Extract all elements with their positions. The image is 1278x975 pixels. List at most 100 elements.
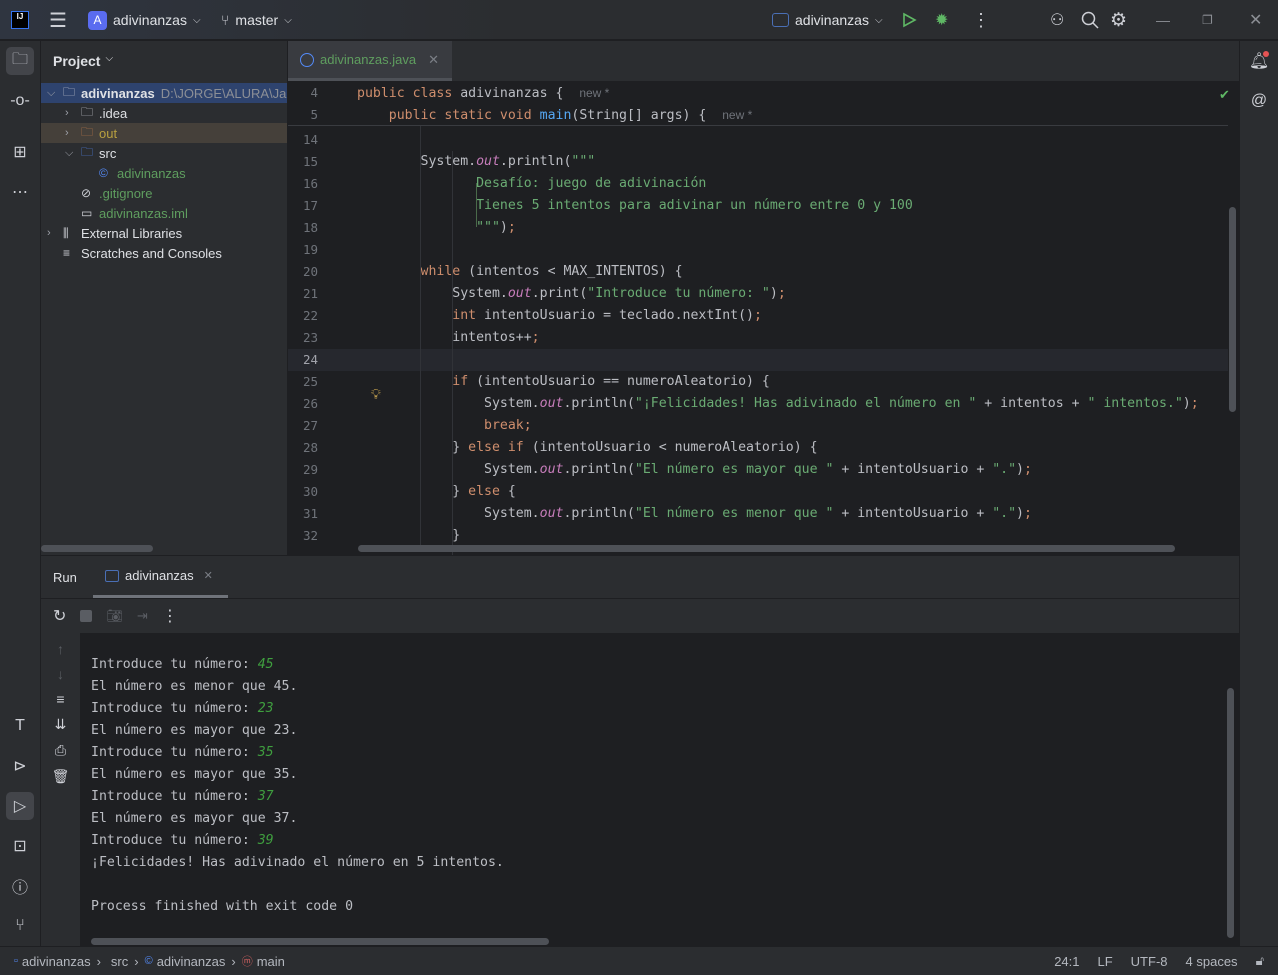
arrow-down-icon[interactable]: ↓ xyxy=(57,666,64,682)
breadcrumb-label: adivinanzas xyxy=(156,953,226,969)
main-menu-button[interactable]: ☰ xyxy=(49,0,67,40)
code-token: ; xyxy=(1190,396,1199,411)
git-branch-icon: ⑂ xyxy=(221,12,230,28)
tree-item[interactable]: › ⫼ External Libraries xyxy=(41,223,287,243)
caret-position[interactable]: 24:1 xyxy=(1054,954,1079,969)
console-line: El número es mayor que 37. xyxy=(91,808,297,830)
scroll-to-end-icon[interactable]: ⇊ xyxy=(55,716,67,733)
close-window-button[interactable]: ✕ xyxy=(1249,0,1262,40)
console-output[interactable]: Introduce tu número: 45 El número es meno… xyxy=(80,633,1239,947)
search-button[interactable] xyxy=(1081,0,1099,40)
project-view-selector[interactable]: Project ⌵ xyxy=(53,53,113,69)
rerun-icon[interactable]: ↻ xyxy=(53,606,66,626)
horizontal-scrollbar[interactable] xyxy=(41,545,153,552)
breadcrumb-item[interactable]: © adivinanzas xyxy=(145,954,226,969)
code-line: 22 int intentoUsuario = teclado.nextInt(… xyxy=(288,305,1228,327)
tree-item[interactable]: ▭ adivinanzas.iml xyxy=(41,203,287,223)
horizontal-scrollbar[interactable] xyxy=(358,545,1175,552)
restore-button[interactable]: ❐ xyxy=(1202,0,1213,40)
arrow-up-icon[interactable]: ↑ xyxy=(57,641,64,657)
code-token: (intentos < MAX_INTENTOS) { xyxy=(468,264,683,279)
tree-item[interactable]: › 🗀 out xyxy=(41,123,287,143)
tree-item[interactable]: ⌵ 🗀 adivinanzas D:\JORGE\ALURA\Ja xyxy=(41,83,287,103)
tree-item-label: src xyxy=(99,145,117,161)
branch-name: master xyxy=(235,12,279,28)
console-user-input: 45 xyxy=(257,657,274,672)
more-actions-button[interactable]: ⋮ xyxy=(972,0,990,40)
code-token: intentos++ xyxy=(357,330,532,345)
screenshot-icon[interactable]: 📷︎ xyxy=(106,608,123,624)
tree-item[interactable]: ⊘ .gitignore xyxy=(41,183,287,203)
close-tab-icon[interactable]: ✕ xyxy=(204,569,213,582)
git-tool-button[interactable]: ⑂ xyxy=(6,912,34,940)
problems-tool-button[interactable]: ⓘ xyxy=(6,872,34,900)
chevron-down-icon[interactable]: ⌵ xyxy=(47,87,63,100)
code-token: "." xyxy=(992,462,1017,477)
tree-item-label: .idea xyxy=(99,105,128,121)
breadcrumb-item[interactable]: ⓜ main xyxy=(242,953,285,969)
tree-item[interactable]: ⌵ 🗀 src xyxy=(41,143,287,163)
vertical-scrollbar[interactable] xyxy=(1229,207,1236,412)
tab-adivinanzas-java[interactable]: adivinanzas.java ✕ xyxy=(288,41,452,81)
close-tab-icon[interactable]: ✕ xyxy=(428,52,439,68)
more-horizontal-icon: ⋯ xyxy=(12,184,28,201)
services-tool-button[interactable]: ⊳ xyxy=(6,752,34,780)
indent-setting[interactable]: 4 spaces xyxy=(1186,954,1238,969)
settings-button[interactable]: ⚙ xyxy=(1110,0,1127,40)
run-button[interactable] xyxy=(901,0,917,40)
commit-tool-button[interactable]: -o- xyxy=(6,87,34,115)
chevron-right-icon[interactable]: › xyxy=(65,127,81,139)
title-bar: IJ ☰ A adivinanzas ⌵ ⑂ master ⌵ adivinan… xyxy=(0,0,1278,40)
print-icon[interactable]: ⎙ xyxy=(55,742,66,759)
terminal-tool-button[interactable]: ⊡ xyxy=(6,832,34,860)
debug-button[interactable]: ✹ xyxy=(935,0,948,40)
more-vertical-icon[interactable]: ⋮ xyxy=(162,606,178,626)
unlock-icon[interactable]: 🔓︎ xyxy=(1256,953,1264,969)
trash-icon[interactable]: 🗑︎ xyxy=(52,768,70,785)
soft-wrap-icon[interactable]: ≡ xyxy=(56,691,64,707)
close-icon: ✕ xyxy=(1249,12,1263,29)
code-line: 14 xyxy=(288,129,1228,151)
tree-item[interactable]: ≡ Scratches and Consoles xyxy=(41,243,287,263)
build-tool-button[interactable]: T xyxy=(6,712,34,740)
breadcrumb-item[interactable]: src xyxy=(107,954,128,969)
notifications-button[interactable]: 🔔︎ xyxy=(1245,47,1273,75)
no-problems-check-icon[interactable]: ✔ xyxy=(1219,87,1230,103)
console-line: Introduce tu número: 45 xyxy=(91,654,274,676)
run-config-selector[interactable]: adivinanzas ⌵ xyxy=(772,0,883,40)
lightbulb-icon[interactable]: 💡︎ xyxy=(371,386,381,403)
project-switcher[interactable]: A adivinanzas ⌵ xyxy=(88,0,201,40)
file-encoding[interactable]: UTF-8 xyxy=(1131,954,1168,969)
attach-icon[interactable]: ⇥ xyxy=(137,608,148,624)
line-number: 19 xyxy=(302,242,318,257)
breadcrumb-item[interactable]: ▫ adivinanzas xyxy=(14,954,91,969)
vertical-scrollbar[interactable] xyxy=(1227,688,1234,938)
chevron-right-icon[interactable]: › xyxy=(65,107,81,119)
code-token: out xyxy=(476,154,500,169)
app-logo[interactable]: IJ xyxy=(11,0,29,40)
code-area[interactable]: 13 final int MAX_INTENTOS = 5;1415 Syste… xyxy=(288,126,1228,555)
sticky-lines: 4 public class adivinanzas { new * 5 publi… xyxy=(288,82,1228,126)
notification-badge xyxy=(1263,51,1269,57)
structure-tool-button[interactable]: ⊞ xyxy=(6,138,34,166)
chevron-down-icon[interactable]: ⌵ xyxy=(65,147,81,160)
horizontal-scrollbar[interactable] xyxy=(91,938,549,945)
run-tab-adivinanzas[interactable]: adivinanzas ✕ xyxy=(93,556,228,598)
code-with-me-button[interactable]: ⚇ xyxy=(1050,0,1064,40)
stop-icon[interactable] xyxy=(80,610,93,622)
run-tool-button[interactable]: ▷ xyxy=(6,792,34,820)
branch-switcher[interactable]: ⑂ master ⌵ xyxy=(221,0,292,40)
tree-item[interactable]: › 🗀 .idea xyxy=(41,103,287,123)
line-separator[interactable]: LF xyxy=(1098,954,1113,969)
project-tool-button[interactable]: 🗀 xyxy=(6,47,34,75)
code-line: 17 Tienes 5 intentos para adivinar un nú… xyxy=(288,195,1228,217)
minimize-button[interactable]: — xyxy=(1156,0,1170,40)
more-tools-button[interactable]: ⋯ xyxy=(6,178,34,206)
tree-item[interactable]: © adivinanzas xyxy=(41,163,287,183)
chevron-right-icon[interactable]: › xyxy=(47,227,63,239)
code-token: System. xyxy=(357,154,477,169)
console-text: ¡Felicidades! Has adivinado el número en… xyxy=(91,855,504,870)
console-text: Introduce tu número: xyxy=(91,745,258,760)
code-text: Desafío: juego de adivinación xyxy=(357,173,706,195)
ai-assistant-button[interactable]: @ xyxy=(1245,87,1273,115)
